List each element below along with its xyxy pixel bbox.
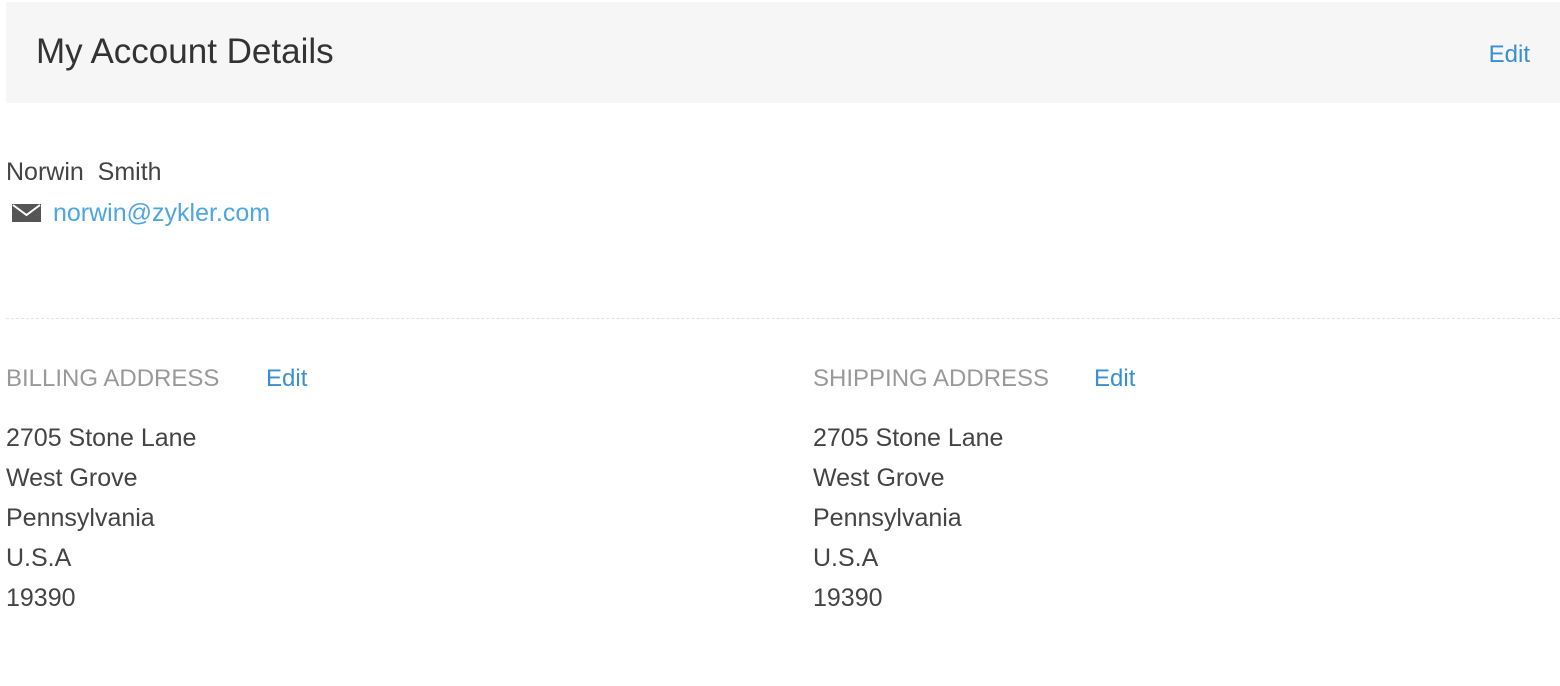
billing-street: 2705 Stone Lane [6,424,197,452]
customer-name: Norwin Smith [6,158,162,186]
shipping-city: West Grove [813,464,945,492]
shipping-zip: 19390 [813,584,883,612]
edit-shipping-address-button[interactable]: Edit [1094,362,1135,396]
billing-state: Pennsylvania [6,504,155,532]
billing-city: West Grove [6,464,138,492]
shipping-country: U.S.A [813,544,879,572]
billing-zip: 19390 [6,584,76,612]
mail-icon [12,204,41,222]
shipping-state: Pennsylvania [813,504,962,532]
page-title: My Account Details [36,32,334,71]
billing-address-label: BILLING ADDRESS [6,365,220,392]
email-row: norwin@zykler.com [12,197,270,229]
email-link[interactable]: norwin@zykler.com [53,197,270,229]
shipping-street: 2705 Stone Lane [813,424,1004,452]
billing-country: U.S.A [6,544,72,572]
edit-billing-address-button[interactable]: Edit [266,362,307,396]
account-header: My Account Details Edit [6,2,1560,103]
edit-account-button[interactable]: Edit [1489,40,1530,70]
section-divider [6,318,1560,319]
shipping-address-label: SHIPPING ADDRESS [813,365,1050,392]
